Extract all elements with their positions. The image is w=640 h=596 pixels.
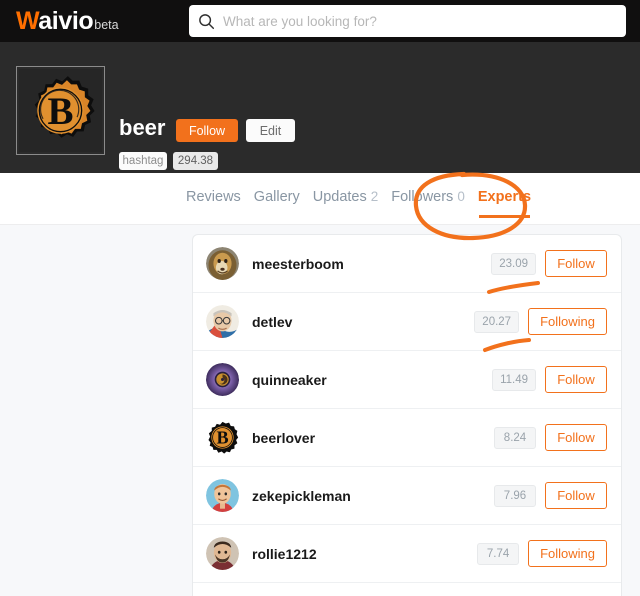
tab-bar: Reviews Gallery Updates 2 Followers 0 Expe… [0,173,640,225]
expert-follow-button[interactable]: Follow [545,366,607,393]
brand-logo[interactable]: Waivio beta [16,7,119,36]
profile-avatar-frame: B [16,66,105,155]
expert-score: 23.09 [491,252,536,275]
search-bar[interactable] [189,5,626,37]
brand-beta-tag: beta [94,17,119,32]
page-title: beer [119,115,166,140]
tab-experts[interactable]: Experts [477,189,532,218]
table-row[interactable]: quinneaker 11.49 Follow [193,351,621,409]
tab-gallery[interactable]: Gallery [254,189,300,207]
tab-updates[interactable]: Updates 2 [313,189,379,207]
expert-follow-button[interactable]: Follow [545,250,607,277]
expert-score: 11.49 [492,368,536,391]
tab-experts-label: Experts [477,189,532,205]
svg-text:B: B [216,428,228,448]
expert-username: detlev [252,313,293,330]
expert-score: 20.27 [474,310,520,333]
man-glasses-avatar [206,305,239,338]
cartoon-man-avatar [206,479,239,512]
brand-name: Waivio [16,6,94,36]
tab-reviews-label: Reviews [186,189,241,205]
table-row[interactable]: detlev 20.27 Following [193,293,621,351]
expert-score: 7.74 [477,542,520,565]
tab-list: Reviews Gallery Updates 2 Followers 0 Expe… [186,189,532,218]
bearded-man-avatar [206,537,239,570]
expert-username: rollie1212 [252,545,317,562]
expert-follow-button[interactable]: Follow [545,482,607,509]
brand-name-accent: W [16,6,39,35]
tab-followers[interactable]: Followers 0 [391,189,465,207]
profile-follow-button[interactable]: Follow [176,119,238,142]
tab-updates-label: Updates [312,189,367,205]
experts-list-card: meesterboom 23.09 Follow detlev 20.27 Fo… [192,234,622,596]
tab-gallery-label: Gallery [253,189,300,205]
expert-score: 7.96 [494,484,536,507]
lion-avatar [206,247,239,280]
search-input[interactable] [223,13,616,29]
profile-header: B beer Follow Edit hashtag 294.38 [0,42,640,173]
brand-name-rest: aivio [38,6,94,35]
expert-username: beerlover [252,429,316,446]
tab-followers-count: 0 [457,189,465,204]
top-navigation-bar: Waivio beta [0,0,640,42]
expert-following-button[interactable]: Following [528,308,607,335]
profile-edit-button[interactable]: Edit [246,119,295,142]
app-root: Waivio beta What are you looking for? B … [0,0,640,596]
search-icon [198,13,215,30]
expert-username: meesterboom [252,255,344,272]
table-row[interactable]: rollie1212 7.74 Following [193,525,621,583]
object-weight-badge: 294.38 [173,152,218,170]
expert-username: zekepickleman [252,487,351,504]
bottle-cap-b-avatar: B [206,421,239,454]
expert-follow-button[interactable]: Follow [545,424,607,451]
object-type-badge: hashtag [119,152,167,170]
tab-reviews[interactable]: Reviews [186,189,241,207]
table-row[interactable]: zekepickleman 7.96 Follow [193,467,621,525]
expert-score: 8.24 [494,426,536,449]
expert-username: quinneaker [252,371,327,388]
table-row[interactable]: meesterboom 23.09 Follow [193,235,621,293]
expert-following-button[interactable]: Following [528,540,607,567]
purple-spiral-avatar [206,363,239,396]
tab-updates-count: 2 [370,189,379,204]
tab-followers-label: Followers [391,189,454,205]
bottle-cap-b-icon: B [19,69,102,152]
table-row[interactable]: B beerlover 8.24 Follow [193,409,621,467]
svg-text:B: B [47,90,73,133]
